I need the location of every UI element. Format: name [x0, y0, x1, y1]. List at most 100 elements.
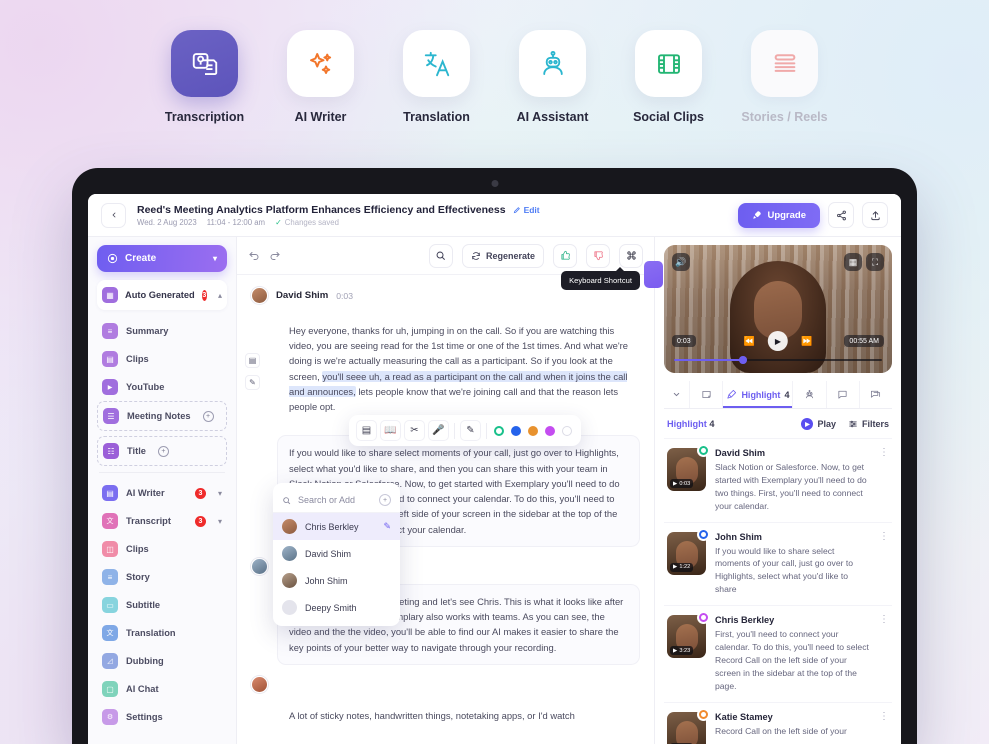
- regenerate-button[interactable]: Regenerate: [461, 243, 544, 268]
- highlighter-icon[interactable]: ✎: [245, 375, 260, 390]
- sidebar-item-meeting-notes[interactable]: ☰ Meeting Notes +: [97, 401, 227, 431]
- progress-bar[interactable]: [674, 356, 882, 364]
- edit-button[interactable]: Edit: [513, 205, 540, 215]
- tab-stickers[interactable]: [690, 381, 724, 408]
- undo-icon[interactable]: [248, 250, 260, 262]
- color-swatch-none[interactable]: [562, 425, 572, 436]
- speaker-option-john-shim[interactable]: John Shim: [273, 567, 400, 594]
- speaker-name[interactable]: David Shim: [276, 290, 328, 301]
- transcription-icon: [171, 30, 238, 97]
- highlight-cards[interactable]: ▶ 0:03 David Shim Slack Notion or Salesfo…: [664, 438, 892, 744]
- upgrade-button[interactable]: Upgrade: [738, 202, 820, 228]
- list-item[interactable]: ▶4:10 Katie Stamey Record Call on the le…: [664, 701, 892, 744]
- transcript-paragraph[interactable]: A lot of sticky notes, handwritten thing…: [277, 697, 640, 733]
- tab-highlight[interactable]: Highlight 4: [723, 381, 794, 408]
- clip-icon[interactable]: ▤: [356, 420, 377, 441]
- sidebar-item-clips[interactable]: ▤ Clips: [97, 345, 227, 373]
- more-options-icon[interactable]: ⋮: [879, 711, 889, 744]
- thumbs-down-icon[interactable]: [586, 243, 610, 268]
- sidebar-item-transcript[interactable]: 文 Transcript 3 ▾: [97, 507, 227, 535]
- sidebar-item-title[interactable]: ☷ Title +: [97, 436, 227, 466]
- color-swatch-purple[interactable]: [545, 425, 555, 436]
- forward-icon[interactable]: ⏩: [801, 336, 812, 347]
- feature-stories-reels[interactable]: Stories / Reels: [741, 30, 828, 124]
- tab-chat[interactable]: [860, 381, 892, 408]
- filters-button[interactable]: Filters: [848, 419, 889, 429]
- clip-icon[interactable]: ▤: [245, 353, 260, 368]
- list-item[interactable]: ▶ 3:23 Chris Berkley First, you'll need t…: [664, 605, 892, 701]
- speaker-search-input[interactable]: Search or Add +: [273, 488, 400, 513]
- speaker-dropdown: Search or Add + Chris Berkley ✎ David Sh…: [273, 483, 400, 626]
- add-title-button[interactable]: +: [157, 445, 169, 457]
- scissors-icon[interactable]: ✂: [404, 420, 425, 441]
- tab-ai[interactable]: [793, 381, 827, 408]
- play-icon[interactable]: ▶: [768, 331, 788, 351]
- list-item[interactable]: ▶ 1:22 John Shim If you would like to sha…: [664, 521, 892, 606]
- sidebar-item-dubbing[interactable]: ◿ Dubbing: [97, 647, 227, 675]
- speaker-option-chris-berkley[interactable]: Chris Berkley ✎: [273, 513, 400, 540]
- more-options-icon[interactable]: ⋮: [879, 615, 889, 692]
- thumbnail-time: ▶ 0:03: [670, 479, 694, 488]
- speaker-option-david-shim[interactable]: David Shim: [273, 540, 400, 567]
- sidebar-item-ai-chat[interactable]: ▢ AI Chat: [97, 675, 227, 703]
- create-button[interactable]: Create ▾: [97, 245, 227, 272]
- progress-knob[interactable]: [739, 356, 747, 364]
- list-item[interactable]: ▶ 0:03 David Shim Slack Notion or Salesfo…: [664, 438, 892, 522]
- feature-translation[interactable]: Translation: [397, 30, 477, 124]
- sidebar-item-settings[interactable]: ⚙ Settings: [97, 703, 227, 731]
- tab-collapse[interactable]: [664, 381, 691, 408]
- chevron-down-icon[interactable]: ▾: [218, 517, 222, 526]
- feature-ai-assistant[interactable]: AI Assistant: [513, 30, 593, 124]
- sidebar-item-youtube[interactable]: ▶ YouTube: [97, 373, 227, 401]
- transcript-scroll[interactable]: ▤ ✎ David Shim 0:03 Hey everyone, thanks…: [237, 275, 654, 744]
- video-player[interactable]: 🔊 ▦ ⛶ 0:03 00:55 AM ⏪ ▶ ⏩: [664, 245, 892, 373]
- search-icon[interactable]: [428, 243, 453, 268]
- sidebar-item-story[interactable]: ≡ Story: [97, 563, 227, 591]
- transcript-paragraph[interactable]: Hey everyone, thanks for uh, jumping in …: [277, 313, 640, 425]
- avatar: [282, 519, 297, 534]
- sidebar-item-clips-tool[interactable]: ◫ Clips: [97, 535, 227, 563]
- tab-label: Highlight: [741, 389, 781, 400]
- ai-writer-badge: 3: [194, 487, 206, 499]
- color-swatch-orange[interactable]: [528, 425, 538, 436]
- upload-icon[interactable]: [862, 202, 888, 228]
- expand-icon[interactable]: ▦: [844, 253, 862, 271]
- color-swatch-blue[interactable]: [511, 425, 521, 436]
- sidebar-item-subtitle[interactable]: ▭ Subtitle: [97, 591, 227, 619]
- add-meeting-note-button[interactable]: +: [202, 410, 214, 422]
- feature-ai-writer[interactable]: AI Writer: [281, 30, 361, 124]
- laptop-frame: Reed's Meeting Analytics Platform Enhanc…: [72, 168, 917, 744]
- edit-speaker-icon[interactable]: ✎: [383, 521, 391, 532]
- microphone-icon[interactable]: 🎤: [428, 420, 449, 441]
- add-speaker-button[interactable]: +: [379, 494, 391, 506]
- feature-social-clips[interactable]: Social Clips: [629, 30, 709, 124]
- highlighter-icon[interactable]: ✎: [460, 420, 481, 441]
- sidebar-item-summary[interactable]: ≡ Summary: [97, 317, 227, 345]
- share-icon[interactable]: [828, 202, 854, 228]
- color-swatch-green[interactable]: [494, 425, 504, 436]
- side-handle[interactable]: [644, 261, 663, 288]
- chevron-down-icon[interactable]: ▾: [218, 489, 222, 498]
- highlight-text: First, you'll need to connect your calen…: [715, 629, 869, 691]
- volume-icon[interactable]: 🔊: [672, 253, 690, 271]
- chevron-up-icon[interactable]: ▴: [218, 291, 222, 300]
- rewind-icon[interactable]: ⏪: [744, 336, 755, 347]
- thumbs-up-icon[interactable]: [553, 243, 577, 268]
- play-all-button[interactable]: ▶ Play: [801, 418, 836, 430]
- tab-comments[interactable]: [827, 381, 860, 408]
- sidebar-item-ai-writer[interactable]: ▤ AI Writer 3 ▾: [97, 479, 227, 507]
- more-options-icon[interactable]: ⋮: [879, 531, 889, 597]
- sidebar-item-translation[interactable]: 文 Translation: [97, 619, 227, 647]
- pip-icon[interactable]: ⛶: [866, 253, 884, 271]
- upgrade-label: Upgrade: [767, 209, 806, 221]
- sidebar-section-auto-generated[interactable]: ▦ Auto Generated 3 ▴: [97, 280, 227, 310]
- speaker-option-deepy-smith[interactable]: Deepy Smith: [273, 594, 400, 621]
- more-options-icon[interactable]: ⋮: [879, 448, 889, 513]
- command-icon[interactable]: [619, 243, 643, 268]
- translation-tool-icon: 文: [102, 625, 118, 641]
- back-button[interactable]: [101, 202, 126, 228]
- subtitle-icon: ▭: [102, 597, 118, 613]
- book-icon[interactable]: 📖: [380, 420, 401, 441]
- feature-transcription[interactable]: Transcription: [165, 30, 245, 124]
- redo-icon[interactable]: [269, 250, 281, 262]
